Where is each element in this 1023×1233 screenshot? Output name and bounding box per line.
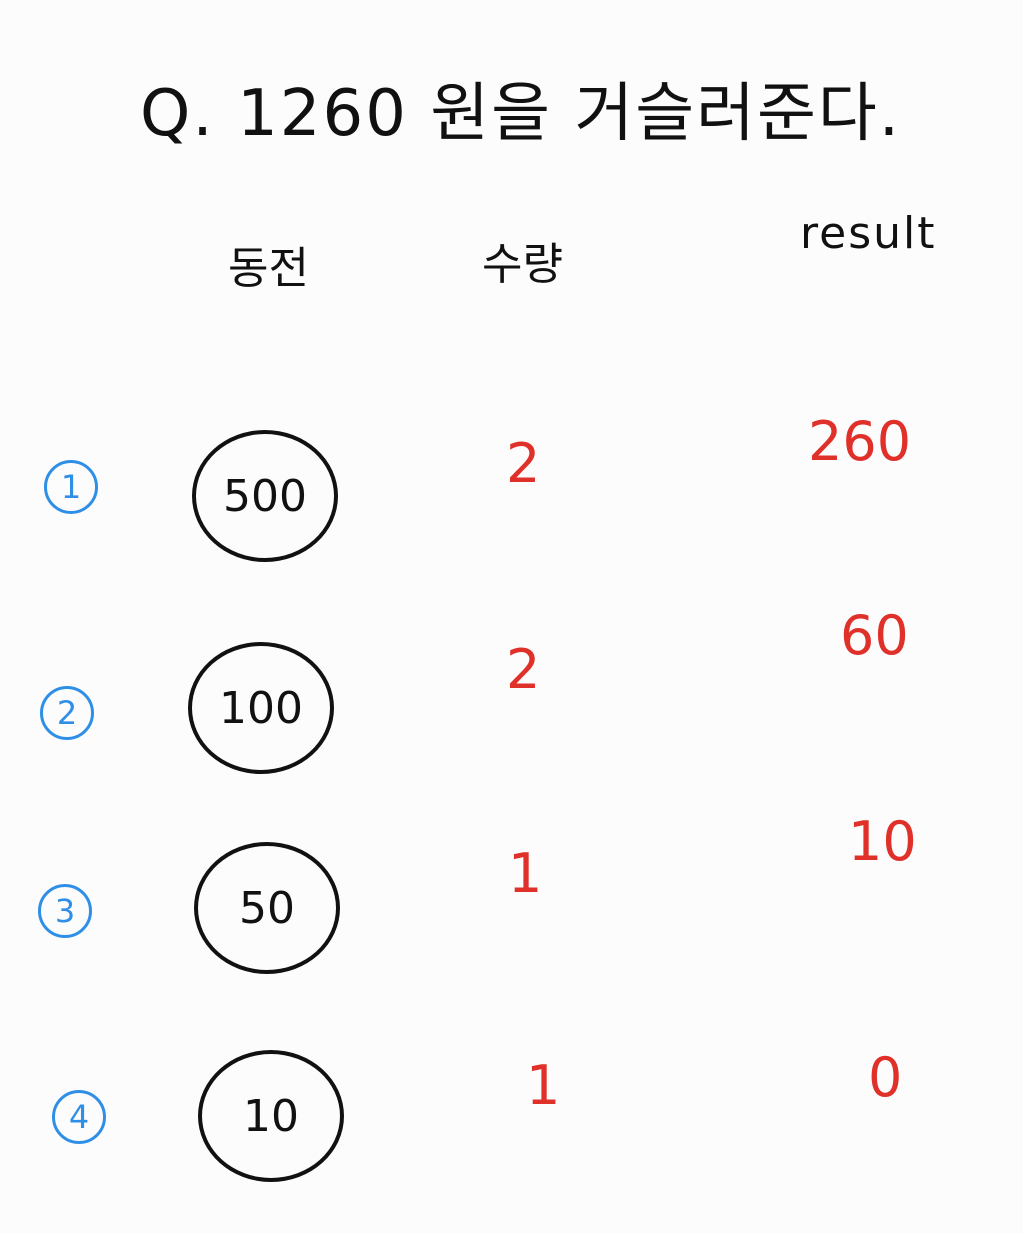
question-title: Q. 1260 원을 거슬러준다.: [140, 77, 902, 151]
step-number-3: 3: [38, 884, 92, 938]
step-number-2: 2: [40, 686, 94, 740]
result-4: 0: [868, 1046, 903, 1109]
result-2: 60: [840, 604, 909, 667]
coin-10: 10: [198, 1050, 344, 1182]
quantity-2: 2: [506, 638, 541, 701]
step-number-4: 4: [52, 1090, 106, 1144]
header-result: result: [800, 208, 937, 259]
coin-500: 500: [192, 430, 338, 562]
quantity-3: 1: [508, 842, 543, 905]
header-quantity: 수량: [482, 239, 563, 290]
coin-100: 100: [188, 642, 334, 774]
result-3: 10: [848, 810, 917, 873]
result-1: 260: [808, 410, 912, 473]
step-number-1: 1: [44, 460, 98, 514]
header-coin: 동전: [228, 243, 309, 294]
coin-50: 50: [194, 842, 340, 974]
quantity-4: 1: [526, 1054, 561, 1117]
quantity-1: 2: [506, 432, 541, 495]
